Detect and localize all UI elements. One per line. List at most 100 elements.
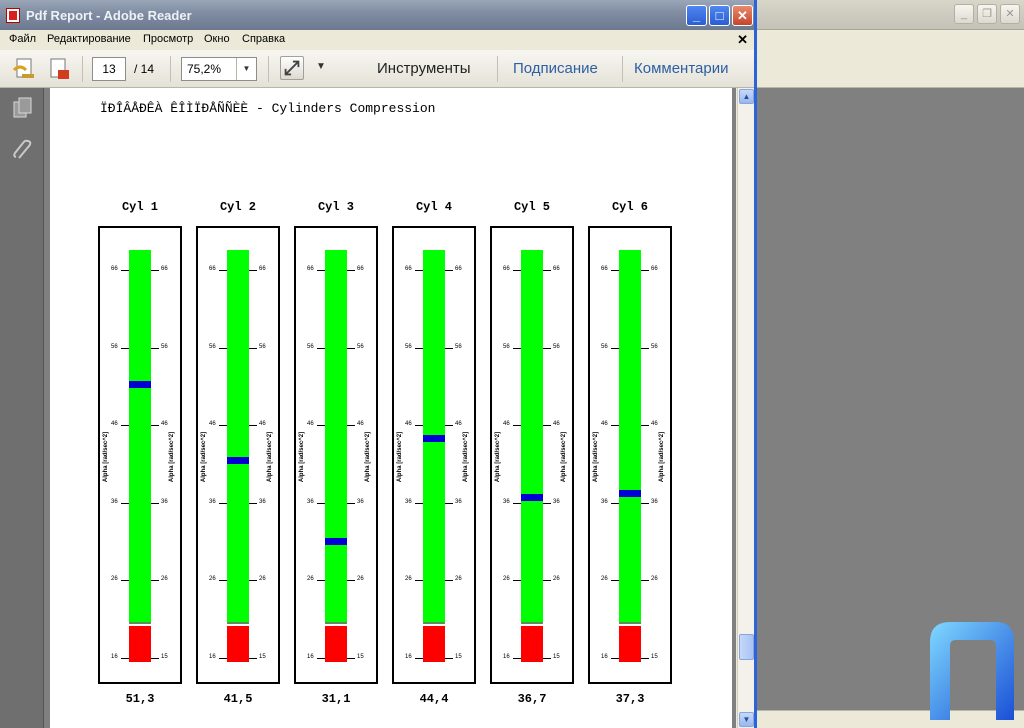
scale-tick — [219, 347, 227, 349]
maximize-button[interactable]: □ — [709, 5, 730, 26]
value-marker — [521, 494, 543, 502]
scale-tick — [415, 425, 423, 427]
scale-label: 15 — [259, 654, 266, 660]
axis-label: Alpha [rad/sec^2] — [103, 431, 109, 483]
navigation-pane — [0, 88, 44, 728]
pdf-app-icon — [6, 8, 20, 23]
vertical-scrollbar[interactable]: ▲ ▼ — [737, 88, 754, 728]
cylinder-value: 36,7 — [517, 692, 547, 706]
scale-label: 56 — [357, 343, 364, 350]
ok-zone — [227, 250, 249, 624]
scale-label: 66 — [111, 266, 118, 272]
chevron-down-icon[interactable]: ▼ — [236, 58, 256, 80]
more-tools-icon[interactable]: ▼ — [316, 61, 326, 72]
minimize-button[interactable]: _ — [686, 5, 707, 26]
cylinder-gauge: Cyl 2 66 66 56 56 46 46 36 36 26 26 16 15 Alpha [rad/… — [196, 188, 280, 708]
bg-restore-icon[interactable]: ❐ — [977, 4, 997, 24]
scale-label: 46 — [503, 421, 510, 428]
scale-tick — [219, 580, 227, 582]
scale-label: 56 — [209, 343, 216, 350]
scale-label: 56 — [651, 343, 658, 350]
scale-label: 66 — [601, 266, 608, 272]
scroll-up-icon[interactable]: ▲ — [739, 89, 754, 104]
bg-minimize-icon[interactable]: _ — [954, 4, 974, 24]
scale-tick — [611, 580, 619, 582]
ok-zone — [521, 250, 543, 624]
scale-label: 36 — [111, 498, 118, 505]
gauge-bar — [227, 250, 249, 662]
value-marker — [227, 457, 249, 465]
scale-tick — [513, 270, 521, 271]
scale-tick — [317, 580, 325, 582]
cylinder-value: 37,3 — [615, 692, 645, 706]
scale-tick — [317, 347, 325, 349]
zoom-select[interactable]: 75,2% ▼ — [181, 57, 257, 81]
scale-tick — [249, 580, 257, 582]
close-button[interactable]: ✕ — [732, 5, 753, 26]
menu-edit[interactable]: Редактирование — [47, 33, 131, 45]
document-close-icon[interactable]: ✕ — [737, 32, 748, 48]
scale-label: 16 — [503, 654, 510, 660]
cylinder-name: Cyl 6 — [611, 200, 648, 214]
scale-tick — [415, 347, 423, 349]
scale-label: 66 — [357, 266, 364, 272]
menu-help[interactable]: Справка — [242, 33, 285, 45]
scale-label: 46 — [455, 421, 462, 428]
scale-tick — [249, 425, 257, 427]
page-number-input[interactable]: 13 — [92, 57, 126, 81]
bad-zone — [619, 626, 641, 662]
reader-window: Pdf Report - Adobe Reader _ □ ✕ Файл Ред… — [0, 0, 757, 728]
scale-label: 56 — [161, 343, 168, 350]
scale-tick — [641, 347, 649, 349]
scale-label: 26 — [357, 576, 364, 583]
bad-zone — [325, 626, 347, 662]
page-total: / 14 — [134, 62, 155, 76]
tab-sign[interactable]: Подписание — [513, 60, 598, 77]
scroll-down-icon[interactable]: ▼ — [739, 712, 754, 727]
fit-page-button[interactable] — [280, 56, 304, 80]
cylinder-value: 51,3 — [125, 692, 155, 706]
toolbar-separator — [82, 56, 83, 82]
edit-pdf-icon[interactable] — [46, 56, 72, 82]
scale-tick — [249, 270, 257, 271]
tab-comments[interactable]: Комментарии — [634, 60, 728, 77]
scale-label: 36 — [209, 498, 216, 505]
scale-label: 46 — [651, 421, 658, 428]
scale-label: 36 — [405, 498, 412, 505]
menu-view[interactable]: Просмотр — [143, 33, 193, 45]
title-bar[interactable]: Pdf Report - Adobe Reader _ □ ✕ — [0, 0, 754, 30]
attachment-icon[interactable] — [11, 138, 35, 162]
bg-toolbar — [756, 50, 1024, 88]
scale-label: 26 — [601, 576, 608, 583]
scale-tick — [641, 425, 649, 427]
scale-label: 36 — [357, 498, 364, 505]
scale-label: 46 — [259, 421, 266, 428]
cylinder-gauge: Cyl 4 66 66 56 56 46 46 36 36 26 26 16 15 Alpha [rad/… — [392, 188, 476, 708]
bg-menu-bar — [756, 30, 1024, 50]
axis-label: Alpha [rad/sec^2] — [201, 431, 207, 483]
scale-label: 26 — [503, 576, 510, 583]
scroll-thumb[interactable] — [739, 634, 754, 660]
scale-label: 15 — [455, 654, 462, 660]
bg-close-icon[interactable]: ✕ — [1000, 4, 1020, 24]
ok-zone — [619, 250, 641, 624]
scale-label: 26 — [553, 576, 560, 583]
page-thumbnails-icon[interactable] — [11, 96, 35, 120]
scale-tick — [415, 580, 423, 582]
create-pdf-icon[interactable] — [12, 56, 38, 82]
menu-window[interactable]: Окно — [204, 33, 230, 45]
scale-label: 26 — [405, 576, 412, 583]
scale-label: 16 — [111, 654, 118, 660]
ok-zone — [325, 250, 347, 624]
scale-tick — [445, 347, 453, 349]
tab-tools[interactable]: Инструменты — [377, 60, 471, 77]
pdf-page: ÏÐÎÂÅÐÊÀ ÊÎÌÏÐÅÑÑÈÈ - Cylinders Compress… — [50, 88, 732, 728]
scale-label: 15 — [161, 654, 168, 660]
scale-label: 15 — [357, 654, 364, 660]
scale-tick — [641, 580, 649, 582]
cylinder-name: Cyl 5 — [513, 200, 550, 214]
menu-file[interactable]: Файл — [9, 33, 36, 45]
scale-tick — [121, 425, 129, 427]
bad-zone — [423, 626, 445, 662]
scale-label: 26 — [455, 576, 462, 583]
